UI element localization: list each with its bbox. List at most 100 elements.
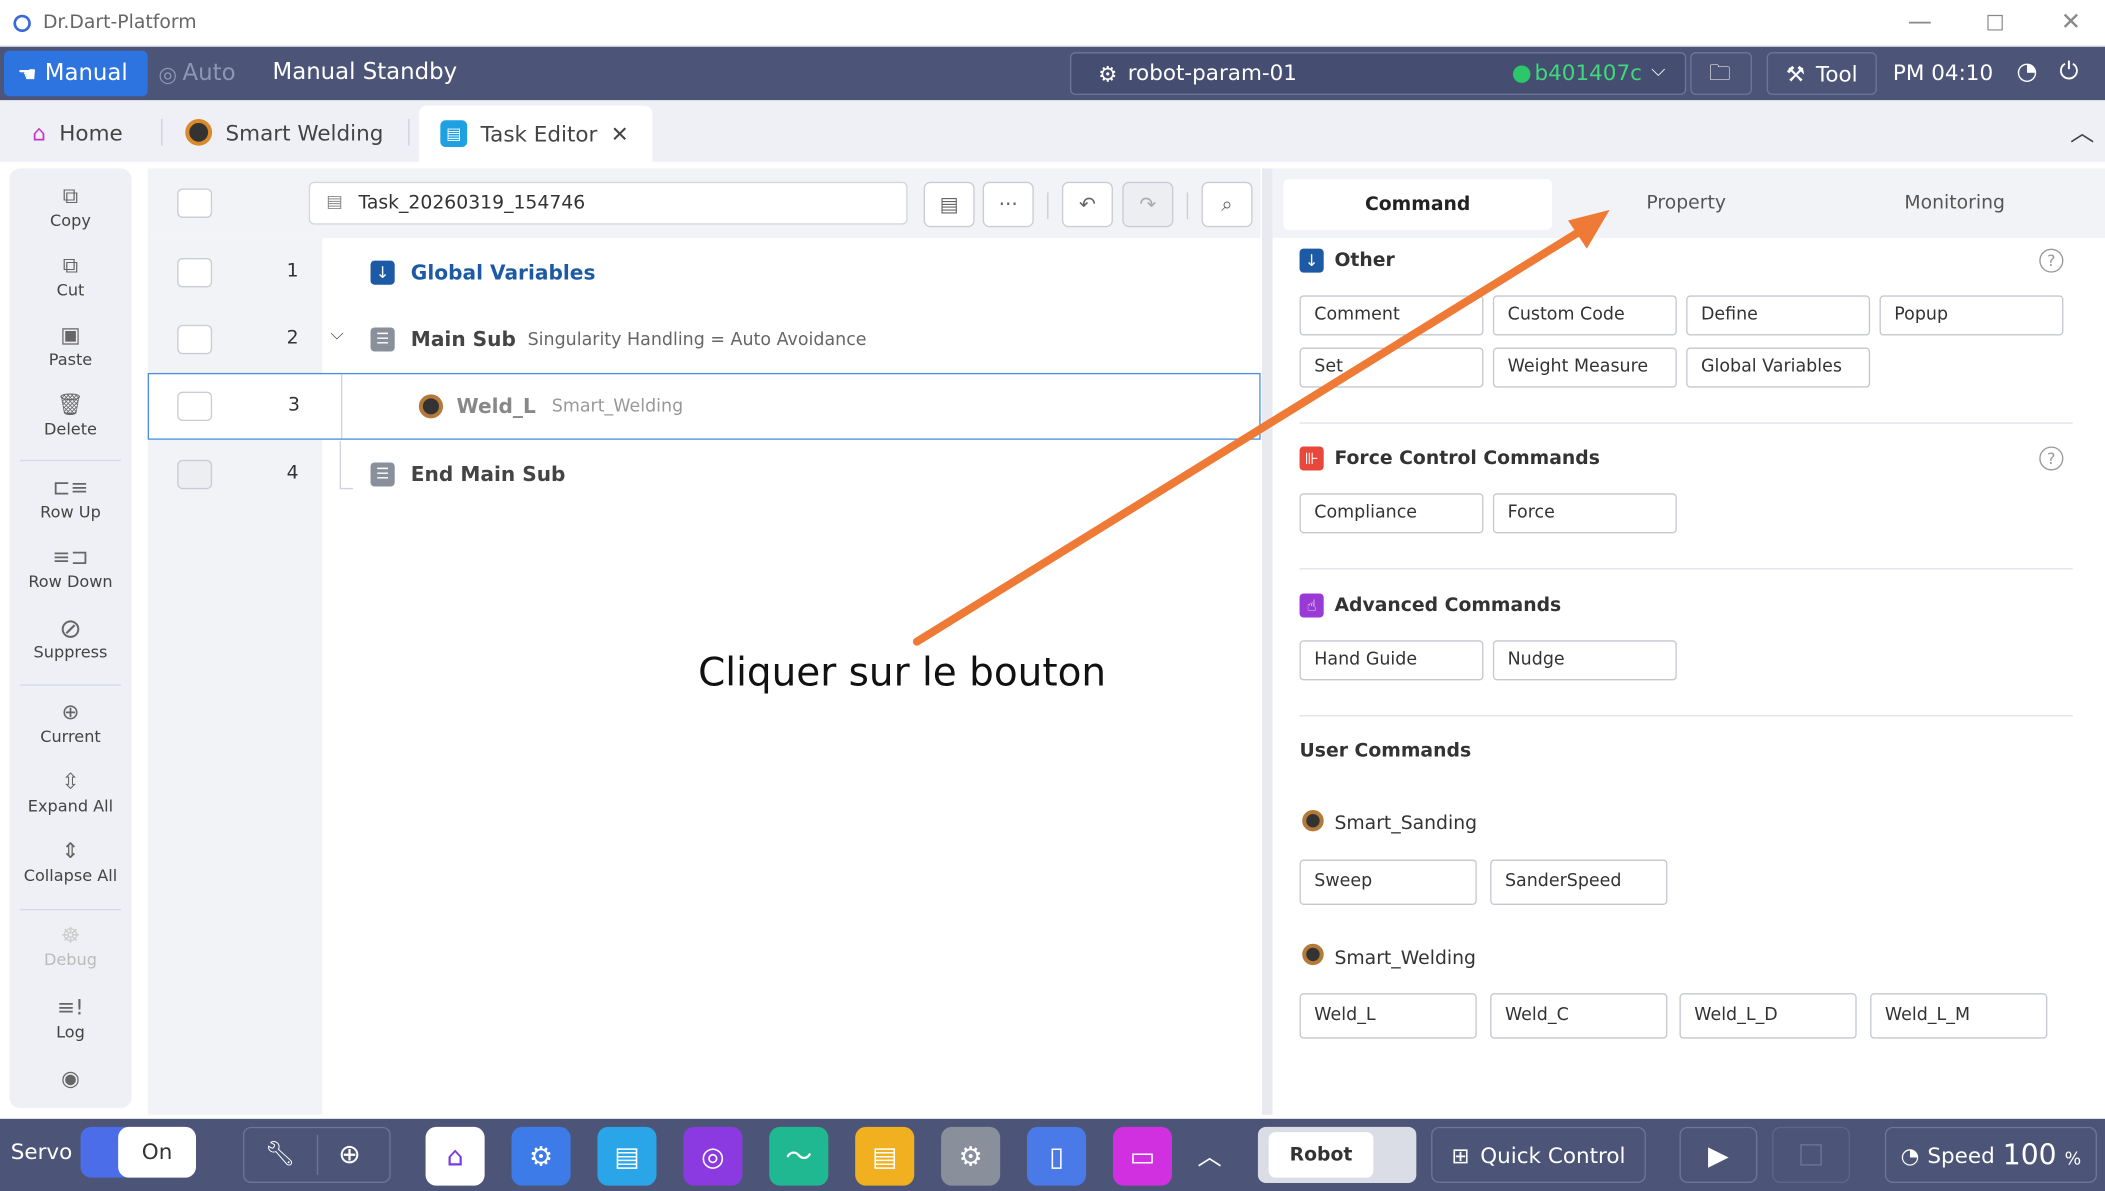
cmd-popup[interactable]: Popup (1879, 295, 2064, 336)
task-row[interactable]: 2 ⌵ ☰ Main Sub Singularity Handling = Au… (148, 306, 1261, 373)
tab-smart-welding-label: Smart Welding (225, 119, 384, 146)
close-window-icon[interactable]: ✕ (2061, 8, 2081, 36)
clock: PM 04:10 (1892, 60, 1994, 86)
robot-app-icon[interactable]: ⚙ (511, 1126, 571, 1186)
cmd-nudge[interactable]: Nudge (1492, 640, 1677, 681)
redo-button[interactable]: ↷ (1122, 181, 1174, 228)
tab-monitoring[interactable]: Monitoring (1820, 168, 2089, 238)
mode-auto-label: Auto (182, 60, 236, 87)
collapse-all-button[interactable]: ⇕ Collapse All (9, 837, 131, 885)
wrench-icon[interactable]: 🔧︎ (264, 1140, 295, 1168)
mode-auto-button[interactable]: ◎ Auto (158, 51, 260, 96)
cmd-set[interactable]: Set (1299, 347, 1484, 388)
tool-label: Tool (1815, 60, 1858, 87)
section-other-title: Other (1334, 249, 1395, 272)
section-advanced-title: Advanced Commands (1334, 594, 1562, 617)
expand-all-button[interactable]: ⇳ Expand All (9, 767, 131, 816)
suppress-button[interactable]: ⊘ Suppress (9, 614, 131, 662)
window-titlebar: Dr.Dart-Platform — ☐ ✕ (0, 0, 2105, 47)
search-button[interactable]: ⌕ (1201, 181, 1253, 228)
row-checkbox[interactable] (177, 257, 213, 288)
monitor-app-icon[interactable]: 〜 (769, 1126, 829, 1186)
tab-property[interactable]: Property (1552, 168, 1821, 238)
cmd-force[interactable]: Force (1492, 493, 1677, 534)
tab-home[interactable]: ⌂ Home (11, 106, 144, 159)
store-app-icon[interactable]: ▭ (1112, 1126, 1173, 1186)
cmd-compliance[interactable]: Compliance (1299, 493, 1484, 534)
home-app-icon[interactable]: ⌂ (425, 1126, 485, 1186)
tool-button[interactable]: ⚒ Tool (1766, 52, 1877, 95)
row-up-button[interactable]: ⊏≡ Row Up (9, 473, 131, 522)
task-row[interactable]: 4 ☰ End Main Sub (148, 441, 1261, 508)
cmd-weight-measure[interactable]: Weight Measure (1492, 347, 1677, 388)
collapse-all-label: Collapse All (23, 866, 118, 885)
row-checkbox[interactable] (177, 391, 213, 422)
cmd-weld-c[interactable]: Weld_C (1490, 993, 1668, 1039)
quick-control-button[interactable]: ⊞ Quick Control (1431, 1126, 1646, 1183)
quick-control-label: Quick Control (1480, 1142, 1626, 1168)
robot-selector[interactable]: ⚙ robot-param-01 b401407c ⌵ (1069, 52, 1687, 95)
tab-task-editor[interactable]: ▤ Task Editor ✕ (418, 105, 653, 162)
remote-app-icon[interactable]: ▯ (1027, 1126, 1087, 1186)
notes-app-icon[interactable]: ▤ (855, 1126, 915, 1186)
tab-smart-welding[interactable]: Smart Welding (164, 106, 405, 159)
save-button[interactable]: ▤ (923, 181, 975, 228)
download-icon: ↓ (1299, 248, 1324, 273)
undo-button[interactable]: ↶ (1061, 181, 1113, 228)
record-button[interactable]: ◉ (9, 1064, 131, 1093)
paste-label: Paste (48, 350, 93, 369)
collapse-tabs-icon[interactable]: ︿ (2070, 114, 2094, 149)
cmd-weld-l[interactable]: Weld_L (1299, 993, 1477, 1039)
help-icon[interactable]: ? (2039, 248, 2064, 273)
task-row-selected[interactable]: 3 Weld_L Smart_Welding (147, 372, 1261, 440)
row-down-button[interactable]: ≡⊐ Row Down (9, 543, 131, 591)
stop-button[interactable] (1772, 1126, 1850, 1183)
chevron-up-icon[interactable]: ︿ (1198, 1138, 1222, 1173)
cmd-define[interactable]: Define (1686, 295, 1871, 336)
tab-command[interactable]: Command (1283, 179, 1552, 230)
expand-chevron-icon[interactable]: ⌵ (330, 325, 343, 345)
current-button[interactable]: ⊕ Current (9, 698, 131, 746)
hand-guide-icon: ☝ (1299, 593, 1324, 618)
settings-app-icon[interactable]: ⚙ (941, 1126, 1001, 1186)
cmd-weld-l-d[interactable]: Weld_L_D (1679, 993, 1857, 1039)
jog-app-icon[interactable]: ◎ (683, 1126, 743, 1186)
row-checkbox[interactable] (177, 459, 213, 490)
maximize-icon[interactable]: ☐ (1986, 11, 2005, 36)
play-icon: ▶ (1708, 1138, 1729, 1171)
more-button[interactable]: ··· (982, 181, 1034, 228)
play-button[interactable]: ▶ (1679, 1126, 1758, 1183)
mode-manual-button[interactable]: ☚ Manual (4, 50, 148, 97)
minimize-icon[interactable]: — (1908, 8, 1932, 36)
help-icon[interactable]: ? (2039, 446, 2064, 471)
log-button[interactable]: ≡! Log (9, 993, 131, 1042)
cut-button[interactable]: ⧉ Cut (9, 251, 131, 300)
power-icon[interactable]: ⏻ (2059, 57, 2078, 85)
cmd-custom-code[interactable]: Custom Code (1492, 295, 1677, 336)
copy-button[interactable]: ⧉ Copy (9, 182, 131, 230)
row-checkbox[interactable] (177, 324, 213, 355)
move-icon[interactable]: ⊕ (338, 1138, 361, 1170)
cmd-global-variables[interactable]: Global Variables (1686, 347, 1871, 388)
chevron-down-icon[interactable]: ⌵ (1651, 60, 1665, 81)
search-icon: ⌕ (1221, 192, 1233, 217)
speed-control[interactable]: ◔ Speed 100 % (1884, 1126, 2097, 1183)
delete-button[interactable]: 🗑 Delete (9, 390, 131, 439)
close-tab-icon[interactable]: ✕ (611, 121, 629, 146)
select-all-checkbox[interactable] (177, 188, 213, 218)
command-panel: Command Property Monitoring ↓ Other ? Co… (1272, 168, 2105, 1115)
user-group-welding: Smart_Welding (1334, 947, 1476, 970)
cmd-sweep[interactable]: Sweep (1299, 859, 1477, 905)
paste-button[interactable]: ▣ Paste (9, 321, 131, 369)
cmd-sander-speed[interactable]: SanderSpeed (1490, 859, 1668, 905)
cmd-hand-guide[interactable]: Hand Guide (1299, 640, 1484, 681)
task-name-field[interactable]: ▤ Task_20260319_154746 (308, 181, 908, 225)
network-icon[interactable]: ◔ (2016, 57, 2037, 85)
servo-label: Servo (10, 1138, 73, 1165)
cmd-comment[interactable]: Comment (1299, 295, 1484, 336)
cmd-weld-l-m[interactable]: Weld_L_M (1870, 993, 2048, 1039)
task-app-icon[interactable]: ▤ (597, 1126, 657, 1186)
folder-button[interactable]: 🗀 (1690, 52, 1752, 95)
log-icon: ≡! (57, 994, 84, 1020)
task-row[interactable]: 1 ↓ Global Variables (148, 239, 1261, 306)
